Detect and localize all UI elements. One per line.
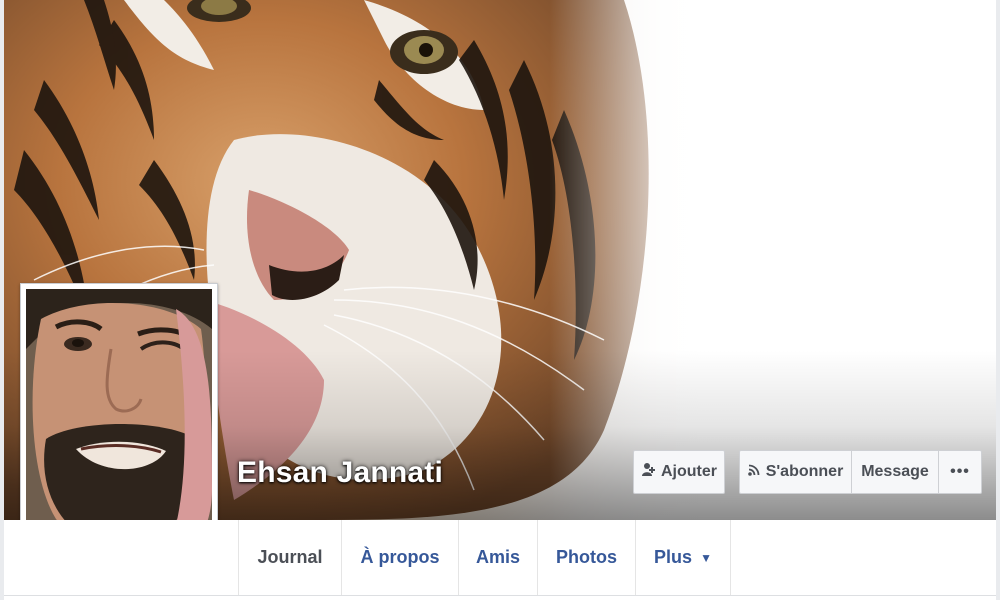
rss-icon: [747, 463, 760, 481]
tab-friends[interactable]: Amis: [459, 520, 538, 595]
profile-name[interactable]: Ehsan Jannati: [237, 456, 443, 490]
profile-picture-image: [26, 289, 212, 557]
add-friend-label: Ajouter: [661, 463, 717, 480]
add-friend-icon: [641, 462, 655, 482]
tab-about-label: À propos: [360, 547, 440, 567]
tab-more-label: Plus: [654, 547, 693, 567]
message-button[interactable]: Message: [852, 451, 939, 493]
follow-label: S'abonner: [765, 463, 844, 480]
follow-button[interactable]: S'abonner: [740, 451, 852, 493]
caret-down-icon: ▼: [700, 550, 712, 565]
more-options-icon: •••: [950, 463, 970, 480]
tab-journal[interactable]: Journal: [239, 520, 342, 595]
message-label: Message: [861, 463, 929, 480]
tab-photos-label: Photos: [556, 547, 617, 567]
profile-tabs: Journal À propos Amis Photos Plus ▼: [238, 520, 731, 595]
more-options-button[interactable]: •••: [939, 451, 981, 493]
tab-about[interactable]: À propos: [342, 520, 459, 595]
navbar-divider: [4, 595, 996, 596]
add-friend-button[interactable]: Ajouter: [633, 450, 725, 494]
tab-journal-label: Journal: [257, 547, 323, 567]
follow-message-group: S'abonner Message •••: [739, 450, 982, 494]
tab-friends-label: Amis: [475, 547, 520, 567]
tab-photos[interactable]: Photos: [538, 520, 636, 595]
tab-more[interactable]: Plus ▼: [636, 520, 731, 595]
